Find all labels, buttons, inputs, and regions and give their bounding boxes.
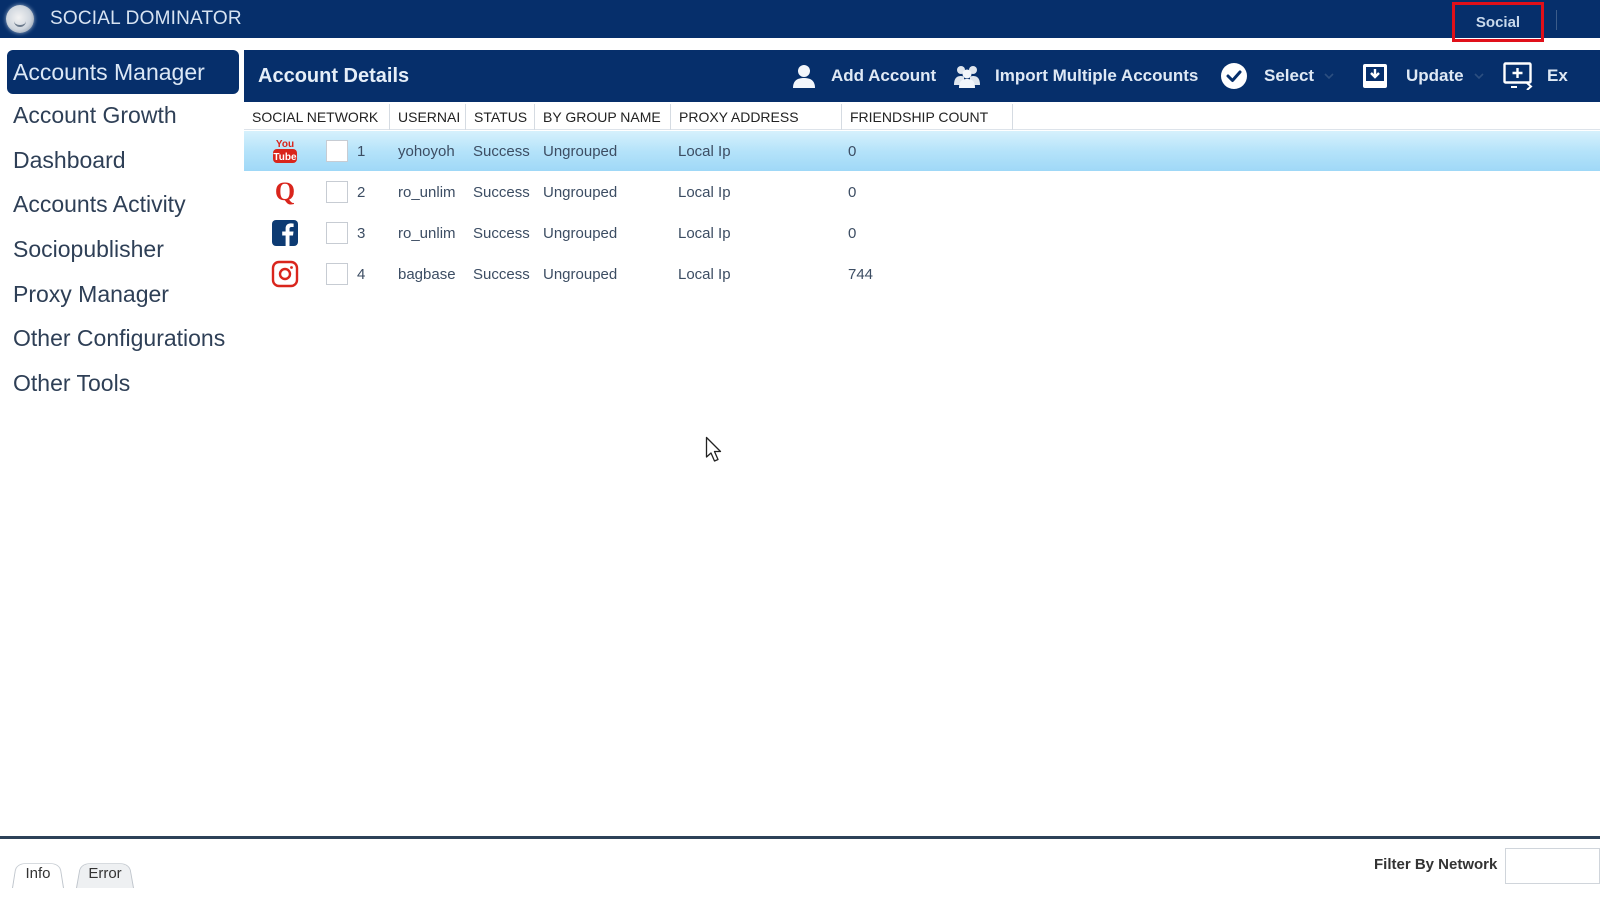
column-header-username[interactable]: USERNAI bbox=[390, 104, 466, 130]
add-account-button[interactable]: Add Account bbox=[791, 50, 936, 102]
proxy-cell: Local Ip bbox=[678, 142, 731, 160]
proxy-cell: Local Ip bbox=[678, 265, 731, 283]
update-dropdown-button[interactable]: Update bbox=[1362, 50, 1484, 102]
sidebar-item-accounts-activity[interactable]: Accounts Activity bbox=[13, 191, 186, 218]
social-tab[interactable]: Social bbox=[1452, 2, 1544, 42]
instagram-icon bbox=[270, 260, 300, 288]
app-title: SOCIAL DOMINATOR bbox=[50, 8, 242, 29]
import-multiple-accounts-button[interactable]: Import Multiple Accounts bbox=[953, 50, 1198, 102]
svg-text:You: You bbox=[276, 139, 294, 150]
column-header-social-network[interactable]: SOCIAL NETWORK bbox=[244, 104, 390, 130]
username-cell: bagbase bbox=[398, 265, 456, 283]
proxy-cell: Local Ip bbox=[678, 224, 731, 242]
username-cell: ro_unlim bbox=[398, 183, 456, 201]
select-label: Select bbox=[1264, 66, 1315, 85]
svg-text:Tube: Tube bbox=[273, 152, 297, 163]
username-cell: yohoyoh bbox=[398, 142, 455, 160]
row-index: 2 bbox=[357, 183, 366, 201]
sidebar-item-label: Accounts Manager bbox=[13, 58, 205, 85]
tab-info[interactable]: Info bbox=[12, 858, 64, 888]
quora-icon: Q bbox=[270, 178, 300, 206]
table-row[interactable]: You Tube 1 yohoyoh Success Ungrouped Loc… bbox=[244, 131, 1600, 171]
export-label: Ex bbox=[1547, 66, 1568, 85]
select-dropdown-button[interactable]: Select bbox=[1220, 50, 1334, 102]
chevron-down-icon bbox=[1474, 72, 1484, 80]
sidebar-item-account-growth[interactable]: Account Growth bbox=[13, 102, 177, 129]
friendship-count-cell: 744 bbox=[848, 265, 874, 283]
app-logo-icon bbox=[6, 5, 34, 33]
filter-by-network-label: Filter By Network bbox=[1374, 856, 1498, 873]
account-details-header: Account Details Add Account Import Multi… bbox=[244, 50, 1600, 102]
sidebar-item-proxy-manager[interactable]: Proxy Manager bbox=[13, 281, 169, 308]
table-row[interactable]: Q 2 ro_unlim Success Ungrouped Local Ip … bbox=[244, 172, 1600, 212]
user-icon bbox=[791, 63, 817, 89]
column-header-friendship-count[interactable]: FRIENDSHIP COUNT bbox=[842, 104, 1013, 130]
export-screen-icon bbox=[1503, 62, 1535, 90]
status-cell: Success bbox=[473, 265, 530, 283]
page-title: Account Details bbox=[258, 64, 410, 87]
title-separator bbox=[1556, 10, 1557, 30]
row-checkbox[interactable] bbox=[326, 140, 348, 162]
status-cell: Success bbox=[473, 224, 530, 242]
users-icon bbox=[953, 63, 981, 89]
log-panel bbox=[0, 839, 1600, 900]
row-checkbox[interactable] bbox=[326, 181, 348, 203]
sidebar-item-dashboard[interactable]: Dashboard bbox=[13, 147, 126, 174]
update-label: Update bbox=[1406, 66, 1464, 85]
sidebar-item-other-configurations[interactable]: Other Configurations bbox=[13, 325, 225, 352]
table-header: SOCIAL NETWORK USERNAI STATUS BY GROUP N… bbox=[244, 104, 1600, 130]
add-account-label: Add Account bbox=[831, 66, 937, 85]
sidebar-item-sociopublisher[interactable]: Sociopublisher bbox=[13, 236, 164, 263]
proxy-cell: Local Ip bbox=[678, 183, 731, 201]
check-circle-icon bbox=[1220, 62, 1248, 90]
row-index: 3 bbox=[357, 224, 366, 242]
sidebar-item-accounts-manager[interactable]: Accounts Manager bbox=[7, 50, 239, 94]
column-header-proxy-address[interactable]: PROXY ADDRESS bbox=[671, 104, 842, 130]
table-row[interactable]: 4 bagbase Success Ungrouped Local Ip 744 bbox=[244, 254, 1600, 294]
download-box-icon bbox=[1362, 63, 1388, 89]
export-button[interactable]: Ex bbox=[1503, 50, 1568, 102]
filter-by-network-select[interactable] bbox=[1505, 848, 1600, 884]
social-tab-label: Social bbox=[1475, 13, 1521, 31]
column-header-group-name[interactable]: BY GROUP NAME bbox=[535, 104, 671, 130]
svg-text:Q: Q bbox=[275, 178, 295, 206]
group-cell: Ungrouped bbox=[543, 265, 618, 283]
row-checkbox[interactable] bbox=[326, 263, 348, 285]
tab-error[interactable]: Error bbox=[76, 858, 134, 888]
import-multiple-accounts-label: Import Multiple Accounts bbox=[995, 66, 1199, 85]
row-checkbox[interactable] bbox=[326, 222, 348, 244]
username-cell: ro_unlim bbox=[398, 224, 456, 242]
friendship-count-cell: 0 bbox=[848, 224, 857, 242]
tab-error-label: Error bbox=[88, 864, 122, 882]
row-index: 1 bbox=[357, 142, 366, 160]
status-cell: Success bbox=[473, 142, 530, 160]
row-index: 4 bbox=[357, 265, 366, 283]
group-cell: Ungrouped bbox=[543, 224, 618, 242]
table-row[interactable]: 3 ro_unlim Success Ungrouped Local Ip 0 bbox=[244, 213, 1600, 253]
group-cell: Ungrouped bbox=[543, 183, 618, 201]
sidebar: Accounts Manager Account Growth Dashboar… bbox=[0, 38, 244, 836]
mouse-cursor-icon bbox=[705, 436, 725, 469]
title-bar: SOCIAL DOMINATOR bbox=[0, 0, 1600, 38]
status-cell: Success bbox=[473, 183, 530, 201]
group-cell: Ungrouped bbox=[543, 142, 618, 160]
friendship-count-cell: 0 bbox=[848, 142, 857, 160]
facebook-icon bbox=[270, 219, 300, 247]
youtube-icon: You Tube bbox=[270, 137, 300, 165]
sidebar-item-other-tools[interactable]: Other Tools bbox=[13, 370, 130, 397]
friendship-count-cell: 0 bbox=[848, 183, 857, 201]
tab-info-label: Info bbox=[25, 864, 51, 882]
column-header-status[interactable]: STATUS bbox=[466, 104, 535, 130]
chevron-down-icon bbox=[1324, 72, 1334, 80]
